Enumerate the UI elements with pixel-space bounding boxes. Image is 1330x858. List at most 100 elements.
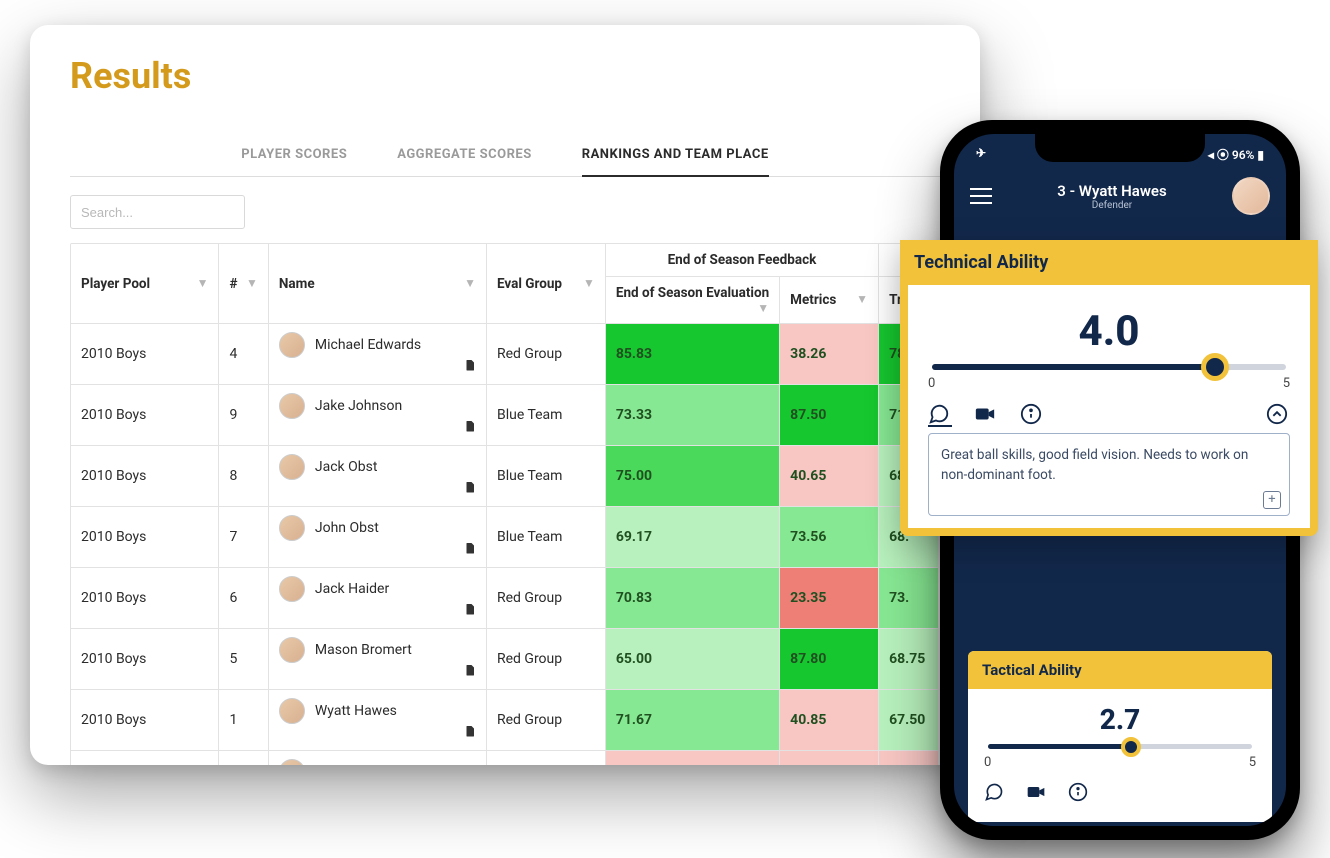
- cell-try: 73.: [879, 568, 939, 629]
- cell-eose: 70.83: [605, 568, 779, 629]
- cell-player-pool: 2010 Boys: [71, 629, 219, 690]
- filter-icon[interactable]: ▼: [197, 276, 209, 290]
- status-left: ✈: [976, 146, 986, 163]
- info-icon[interactable]: [1068, 782, 1092, 806]
- document-icon[interactable]: [464, 602, 476, 620]
- phone-notch: [1035, 134, 1205, 162]
- cell-metrics: 73.56: [780, 507, 879, 568]
- info-icon[interactable]: [1020, 403, 1044, 427]
- cell-player-pool: 2010 Boys: [71, 324, 219, 385]
- technical-slider[interactable]: [932, 364, 1286, 370]
- status-right: ◂ ⦿ 96% ▮: [1208, 146, 1264, 163]
- col-eval-group: Eval Group: [497, 276, 562, 292]
- avatar: [279, 759, 305, 765]
- cell-metrics: 40.65: [780, 446, 879, 507]
- results-panel: Results PLAYER SCORES AGGREGATE SCORES R…: [30, 25, 980, 765]
- search-input[interactable]: [70, 195, 245, 229]
- table-row[interactable]: 2010 Boys 4 Michael Edwards Red Group 85…: [71, 324, 939, 385]
- cell-eose: 73.33: [605, 385, 779, 446]
- cell-number: 5: [219, 629, 268, 690]
- document-icon[interactable]: [464, 663, 476, 681]
- cell-name: Zachary Furlong: [268, 751, 486, 766]
- cell-eval-group: Red Group: [486, 751, 605, 766]
- table-row[interactable]: 2010 Boys 6 Jack Haider Red Group 70.83 …: [71, 568, 939, 629]
- collapse-icon[interactable]: [1266, 403, 1290, 427]
- col-player-pool: Player Pool: [81, 276, 150, 292]
- cell-number: 1: [219, 690, 268, 751]
- cell-name: Mason Bromert: [268, 629, 486, 690]
- filter-icon[interactable]: ▼: [246, 276, 258, 290]
- cell-player-pool: 2010 Boys: [71, 751, 219, 766]
- cell-try: 67.50: [879, 690, 939, 751]
- avatar: [279, 393, 305, 419]
- add-comment-icon[interactable]: +: [1263, 491, 1281, 509]
- tab-rankings[interactable]: RANKINGS AND TEAM PLACE: [582, 147, 769, 166]
- avatar: [279, 698, 305, 724]
- comment-icon[interactable]: [984, 782, 1008, 806]
- cell-try: 68.75: [879, 629, 939, 690]
- cell-eval-group: Red Group: [486, 324, 605, 385]
- tab-player-scores[interactable]: PLAYER SCORES: [241, 147, 347, 166]
- table-row[interactable]: 2010 Boys 1 Wyatt Hawes Red Group 71.67 …: [71, 690, 939, 751]
- document-icon[interactable]: [464, 480, 476, 498]
- menu-icon[interactable]: [970, 188, 992, 204]
- filter-icon[interactable]: ▼: [757, 301, 769, 315]
- technical-score: 4.0: [928, 307, 1290, 356]
- cell-number: 4: [219, 324, 268, 385]
- video-icon[interactable]: [974, 403, 998, 427]
- table-row[interactable]: 2010 Boys 9 Jake Johnson Blue Team 73.33…: [71, 385, 939, 446]
- avatar: [279, 576, 305, 602]
- filter-icon[interactable]: ▼: [583, 276, 595, 290]
- cell-eval-group: Blue Team: [486, 385, 605, 446]
- slider-max: 5: [1249, 755, 1256, 770]
- cell-player-pool: 2010 Boys: [71, 385, 219, 446]
- cell-player-pool: 2010 Boys: [71, 446, 219, 507]
- cell-eval-group: Blue Team: [486, 507, 605, 568]
- filter-icon[interactable]: ▼: [856, 292, 868, 306]
- table-row[interactable]: 2010 Boys 8 Jack Obst Blue Team 75.00 40…: [71, 446, 939, 507]
- document-icon[interactable]: [464, 541, 476, 559]
- cell-eose: 71.67: [605, 690, 779, 751]
- col-metrics: Metrics: [790, 292, 836, 308]
- document-icon[interactable]: [464, 358, 476, 376]
- avatar: [279, 454, 305, 480]
- avatar[interactable]: [1232, 177, 1270, 215]
- cell-metrics: 87.50: [780, 385, 879, 446]
- slider-max: 5: [1283, 376, 1290, 391]
- table-row[interactable]: 2010 Boys 5 Mason Bromert Red Group 65.0…: [71, 629, 939, 690]
- table-row[interactable]: 2010 Boys 7 John Obst Blue Team 69.17 73…: [71, 507, 939, 568]
- card-title: Tactical Ability: [968, 651, 1272, 689]
- avatar: [279, 515, 305, 541]
- cell-metrics: 39.76: [780, 751, 879, 766]
- results-table: Player Pool▼ #▼ Name▼ Eval Group▼ End of…: [70, 243, 940, 765]
- cell-name: Michael Edwards: [268, 324, 486, 385]
- cell-eval-group: Red Group: [486, 629, 605, 690]
- comment-box[interactable]: Great ball skills, good field vision. Ne…: [928, 433, 1290, 516]
- cell-eose: 69.17: [605, 507, 779, 568]
- slider-min: 0: [984, 755, 991, 770]
- document-icon[interactable]: [464, 419, 476, 437]
- cell-name: Wyatt Hawes: [268, 690, 486, 751]
- filter-icon[interactable]: ▼: [464, 276, 476, 290]
- cell-player-pool: 2010 Boys: [71, 507, 219, 568]
- document-icon[interactable]: [464, 724, 476, 742]
- technical-ability-card: Technical Ability 4.0 0 5 G: [900, 240, 1318, 536]
- cell-eval-group: Red Group: [486, 690, 605, 751]
- cell-eose: 59.17: [605, 751, 779, 766]
- col-eose: End of Season Evaluation: [616, 285, 769, 301]
- cell-eose: 65.00: [605, 629, 779, 690]
- cell-number: 8: [219, 446, 268, 507]
- tab-aggregate-scores[interactable]: AGGREGATE SCORES: [397, 147, 532, 166]
- cell-player-pool: 2010 Boys: [71, 690, 219, 751]
- avatar: [279, 332, 305, 358]
- cell-metrics: 38.26: [780, 324, 879, 385]
- cell-metrics: 23.35: [780, 568, 879, 629]
- table-row[interactable]: 2010 Boys 2 Zachary Furlong Red Group 59…: [71, 751, 939, 766]
- col-number: #: [229, 276, 237, 292]
- comment-icon[interactable]: [928, 403, 952, 427]
- player-name: 3 - Wyatt Hawes: [1006, 182, 1218, 200]
- cell-eose: 85.83: [605, 324, 779, 385]
- cell-metrics: 40.85: [780, 690, 879, 751]
- video-icon[interactable]: [1026, 782, 1050, 806]
- tactical-slider[interactable]: [988, 744, 1252, 749]
